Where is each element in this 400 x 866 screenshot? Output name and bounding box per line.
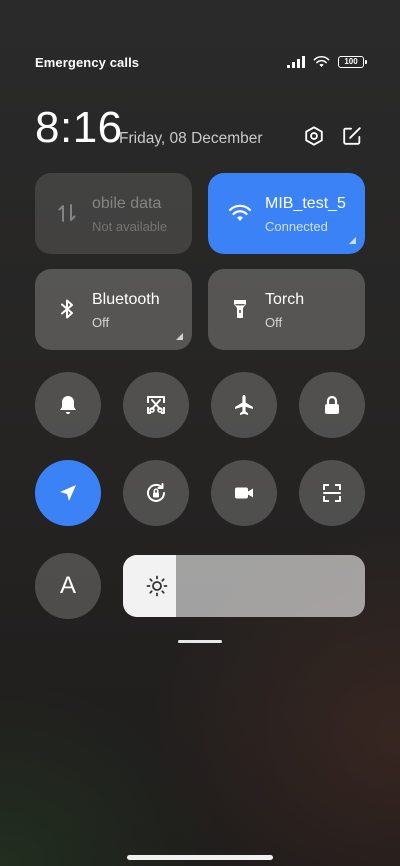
bluetooth-icon (61, 299, 73, 319)
mobile-data-title: obile data (92, 195, 162, 212)
scanner-icon (323, 484, 341, 502)
brightness-slider[interactable] (123, 555, 365, 617)
rotation-lock-icon (147, 483, 165, 502)
battery-indicator: 100 (338, 55, 367, 68)
auto-brightness-label: A (59, 572, 76, 599)
wifi-expand-corner-icon[interactable] (349, 237, 356, 244)
wifi-network-name: MIB_test_5 (265, 195, 346, 212)
silent-toggle[interactable] (35, 372, 101, 438)
lock-screen-toggle[interactable] (299, 372, 365, 438)
signal-icon (287, 55, 305, 68)
lock-icon (325, 395, 339, 414)
panel-drag-handle[interactable] (178, 640, 222, 643)
wifi-status: Connected (265, 219, 328, 234)
bluetooth-expand-corner-icon[interactable] (176, 333, 183, 340)
bluetooth-tile[interactable]: Bluetooth Off (35, 269, 192, 350)
wifi-tile[interactable]: MIB_test_5 Connected (208, 173, 365, 254)
auto-brightness-toggle[interactable]: A (35, 553, 101, 619)
bluetooth-title: Bluetooth (92, 291, 160, 308)
torch-tile[interactable]: Torch Off (208, 269, 365, 350)
carrier-status-text: Emergency calls o (35, 55, 139, 70)
wifi-status-icon (313, 56, 330, 68)
edit-icon (343, 127, 361, 145)
settings-hexagon-icon (305, 126, 323, 146)
airplane-icon (235, 395, 253, 415)
torch-title: Torch (265, 291, 305, 308)
torch-status: Off (265, 315, 283, 330)
location-toggle[interactable] (35, 460, 101, 526)
sun-icon (146, 575, 168, 597)
airplane-mode-toggle[interactable] (211, 372, 277, 438)
screenshot-icon (147, 396, 165, 414)
settings-button[interactable] (303, 125, 325, 147)
rotation-lock-toggle[interactable] (123, 460, 189, 526)
mobile-data-tile[interactable]: obile data Not available (35, 173, 192, 254)
mobile-data-arrows-icon (58, 204, 76, 222)
wifi-icon (228, 204, 252, 221)
scanner-toggle[interactable] (299, 460, 365, 526)
home-indicator[interactable] (127, 855, 273, 860)
edit-button[interactable] (341, 125, 363, 147)
screen-recorder-toggle[interactable] (211, 460, 277, 526)
mobile-data-status: Not available (92, 219, 168, 234)
date: Friday, 08 December (119, 130, 263, 147)
bell-icon (60, 396, 76, 414)
bluetooth-status: Off (92, 315, 110, 330)
flashlight-icon (234, 300, 246, 318)
clock: 8:16 (35, 103, 123, 152)
status-icons: 100 (287, 55, 367, 68)
screenshot-toggle[interactable] (123, 372, 189, 438)
status-bar: Emergency calls o 100 (35, 55, 367, 71)
video-camera-icon (235, 487, 253, 499)
location-icon (60, 485, 76, 501)
